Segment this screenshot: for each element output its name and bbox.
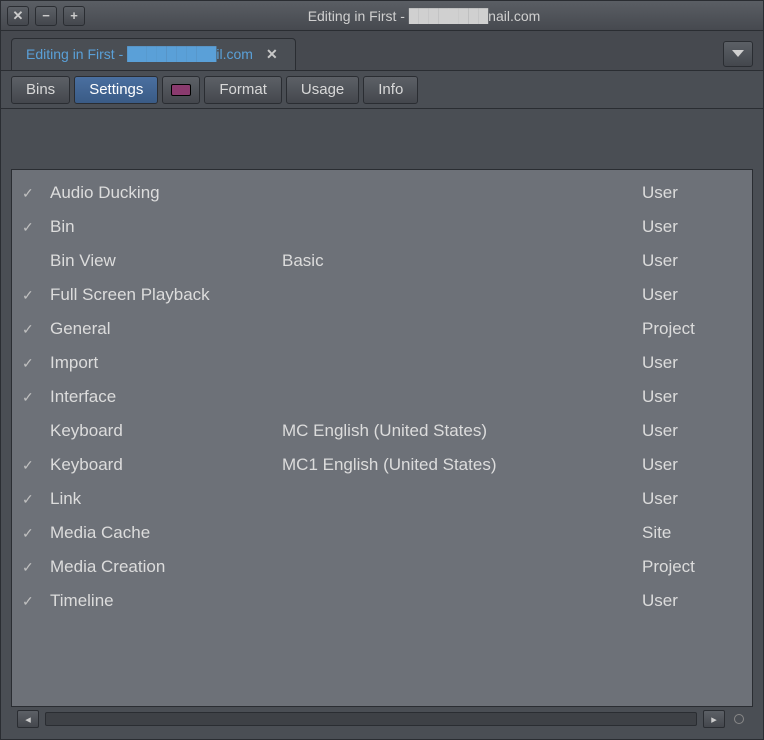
setting-row[interactable]: ✓Interface User — [22, 380, 742, 414]
checkmark-icon: ✓ — [22, 525, 50, 542]
resize-grip[interactable] — [731, 711, 747, 727]
scroll-track[interactable] — [45, 712, 697, 726]
setting-row[interactable]: ✓Media Cache Site — [22, 516, 742, 550]
setting-row[interactable]: ✓Audio Ducking User — [22, 176, 742, 210]
setting-name: Keyboard — [50, 421, 282, 441]
setting-row[interactable]: ✓Bin User — [22, 210, 742, 244]
checkmark-icon: ✓ — [22, 389, 50, 406]
setting-name: General — [50, 319, 282, 339]
tab-usage[interactable]: Usage — [286, 76, 359, 104]
checkmark-icon: ✓ — [22, 321, 50, 338]
tab-settings[interactable]: Settings — [74, 76, 158, 104]
setting-row[interactable]: ✓KeyboardMC1 English (United States)User — [22, 448, 742, 482]
setting-row[interactable]: ✓Media Creation Project — [22, 550, 742, 584]
tab-info[interactable]: Info — [363, 76, 418, 104]
project-window: ✕ − + Editing in First - ████████nail.co… — [0, 0, 764, 740]
checkmark-icon: ✓ — [22, 491, 50, 508]
document-tab[interactable]: Editing in First - █████████il.com ✕ — [11, 38, 296, 70]
setting-value: Basic — [282, 251, 642, 271]
setting-scope: User — [642, 455, 742, 475]
setting-scope: User — [642, 217, 742, 237]
setting-name: Media Cache — [50, 523, 282, 543]
checkmark-icon: ✓ — [22, 287, 50, 304]
setting-value: MC1 English (United States) — [282, 455, 642, 475]
setting-row[interactable]: KeyboardMC English (United States)User — [22, 414, 742, 448]
checkmark-icon: ✓ — [22, 593, 50, 610]
setting-scope: User — [642, 591, 742, 611]
setting-name: Full Screen Playback — [50, 285, 282, 305]
setting-name: Bin — [50, 217, 282, 237]
setting-scope: Site — [642, 523, 742, 543]
setting-scope: User — [642, 353, 742, 373]
setting-value: MC English (United States) — [282, 421, 642, 441]
document-tab-strip: Editing in First - █████████il.com ✕ — [1, 31, 763, 71]
horizontal-scrollbar: ◂ ▸ — [11, 707, 753, 731]
close-window-button[interactable]: ✕ — [7, 6, 29, 26]
setting-name: Import — [50, 353, 282, 373]
setting-row[interactable]: ✓Timeline User — [22, 584, 742, 618]
setting-scope: User — [642, 387, 742, 407]
setting-scope: User — [642, 251, 742, 271]
scroll-right-button[interactable]: ▸ — [703, 710, 725, 728]
tab-menu-button[interactable] — [723, 41, 753, 67]
checkmark-icon: ✓ — [22, 219, 50, 236]
setting-row[interactable]: ✓Link User — [22, 482, 742, 516]
setting-name: Media Creation — [50, 557, 282, 577]
setting-name: Link — [50, 489, 282, 509]
setting-name: Timeline — [50, 591, 282, 611]
checkmark-icon: ✓ — [22, 559, 50, 576]
tab-bins[interactable]: Bins — [11, 76, 70, 104]
fast-menu-button[interactable] — [162, 76, 200, 104]
setting-row[interactable]: ✓Import User — [22, 346, 742, 380]
setting-scope: Project — [642, 557, 742, 577]
maximize-window-button[interactable]: + — [63, 6, 85, 26]
setting-name: Keyboard — [50, 455, 282, 475]
setting-scope: User — [642, 183, 742, 203]
setting-row[interactable]: ✓Full Screen Playback User — [22, 278, 742, 312]
window-title: Editing in First - ████████nail.com — [91, 8, 757, 24]
setting-name: Interface — [50, 387, 282, 407]
minimize-window-button[interactable]: − — [35, 6, 57, 26]
setting-scope: User — [642, 285, 742, 305]
titlebar: ✕ − + Editing in First - ████████nail.co… — [1, 1, 763, 31]
setting-name: Audio Ducking — [50, 183, 282, 203]
document-tab-label: Editing in First - █████████il.com — [26, 46, 253, 62]
checkmark-icon: ✓ — [22, 457, 50, 474]
checkmark-icon: ✓ — [22, 185, 50, 202]
scroll-left-button[interactable]: ◂ — [17, 710, 39, 728]
setting-row[interactable]: ✓General Project — [22, 312, 742, 346]
tab-close-icon[interactable]: ✕ — [263, 46, 281, 63]
tab-format[interactable]: Format — [204, 76, 282, 104]
chevron-down-icon — [732, 50, 744, 57]
settings-list: ✓Audio DuckingUser✓BinUserBin ViewBasicU… — [11, 169, 753, 707]
fast-menu-icon — [171, 84, 191, 96]
setting-row[interactable]: Bin ViewBasicUser — [22, 244, 742, 278]
setting-name: Bin View — [50, 251, 282, 271]
setting-scope: Project — [642, 319, 742, 339]
setting-scope: User — [642, 421, 742, 441]
toolbar: Bins Settings Format Usage Info — [1, 71, 763, 109]
setting-scope: User — [642, 489, 742, 509]
content-area: ✓Audio DuckingUser✓BinUserBin ViewBasicU… — [1, 109, 763, 739]
checkmark-icon: ✓ — [22, 355, 50, 372]
